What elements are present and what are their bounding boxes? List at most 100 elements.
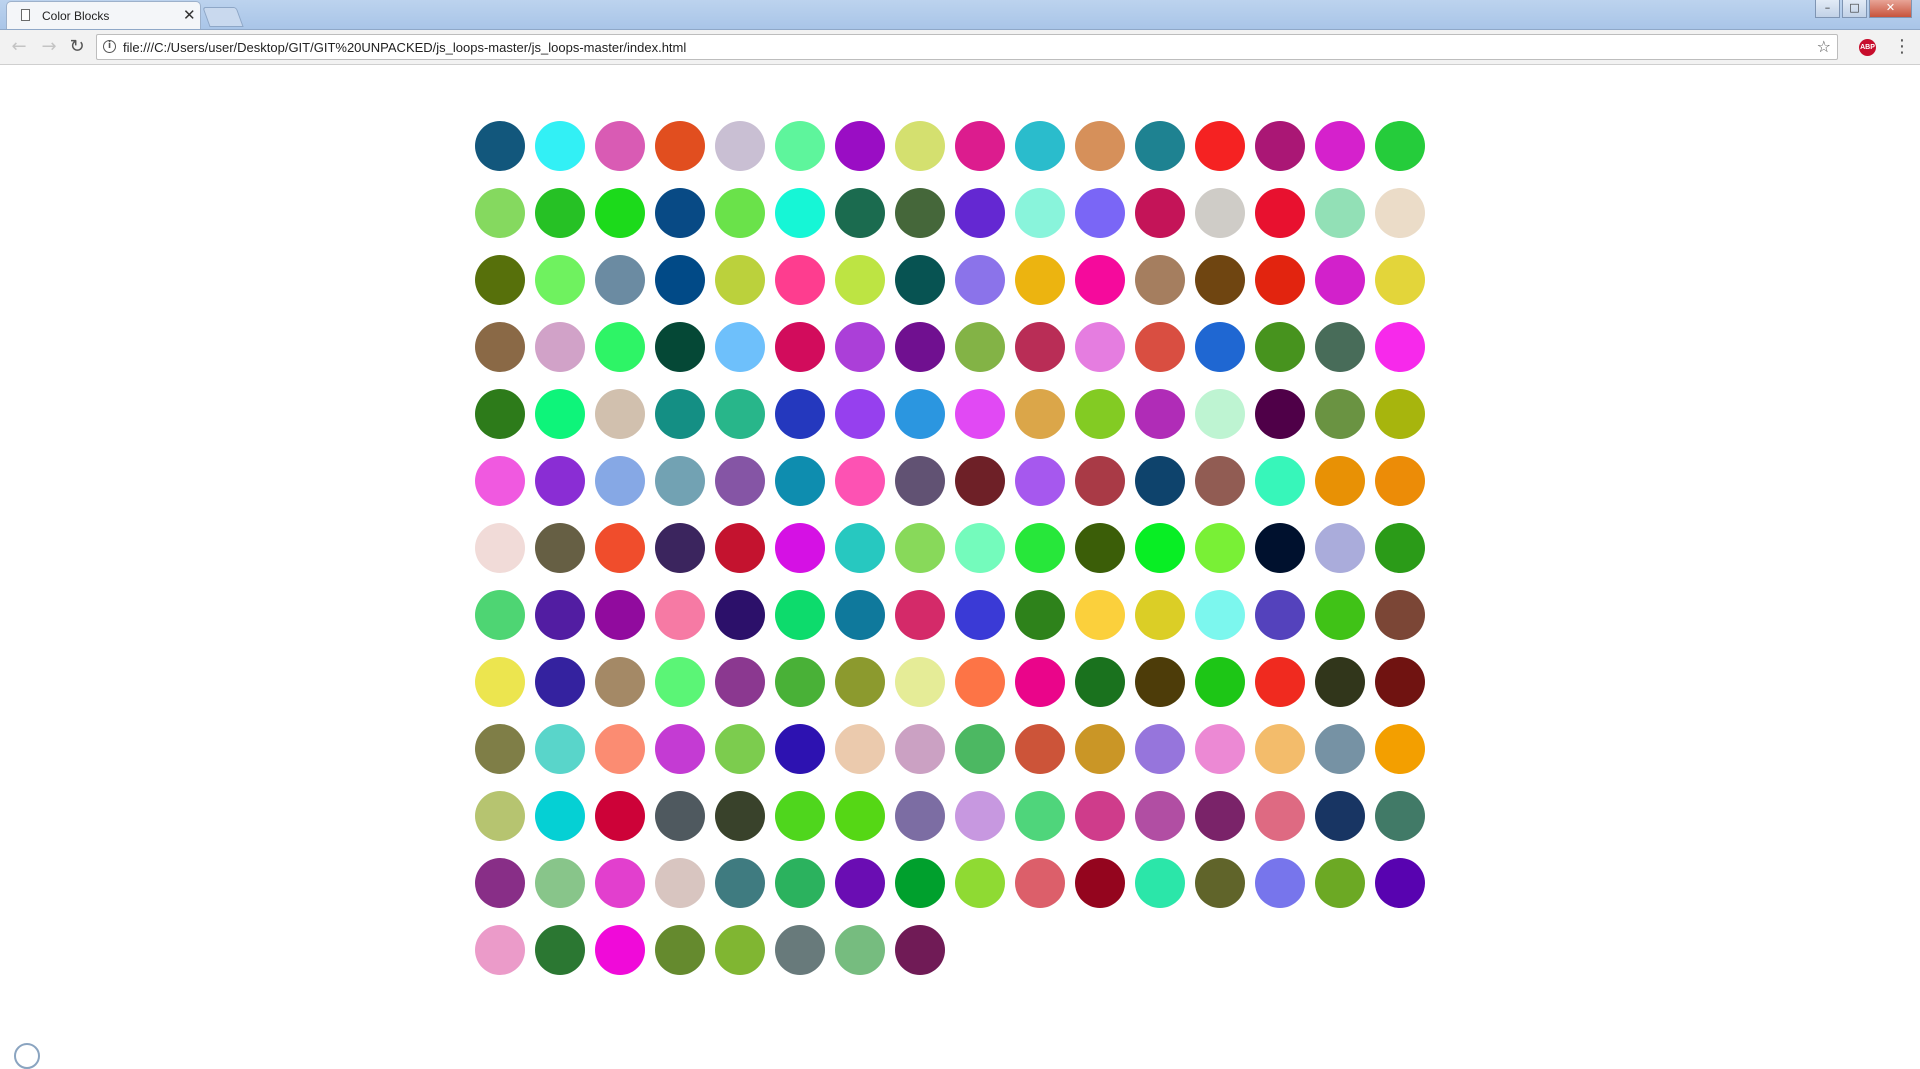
- color-circle: [955, 523, 1005, 573]
- color-circle: [655, 188, 705, 238]
- color-circle: [1255, 858, 1305, 908]
- star-icon[interactable]: ☆: [1817, 37, 1831, 56]
- color-circle: [1075, 389, 1125, 439]
- address-bar[interactable]: i file:///C:/Users/user/Desktop/GIT/GIT%…: [96, 34, 1838, 60]
- page-content: [0, 66, 1920, 1069]
- tab-color-blocks[interactable]: Color Blocks ✕: [6, 1, 201, 29]
- color-circle: [1375, 121, 1425, 171]
- color-circle: [1195, 456, 1245, 506]
- menu-icon[interactable]: ⋮: [1893, 36, 1911, 58]
- forward-icon[interactable]: →: [38, 36, 60, 58]
- back-icon[interactable]: ←: [8, 36, 30, 58]
- color-circle: [535, 389, 585, 439]
- color-circle: [655, 255, 705, 305]
- color-circle: [895, 791, 945, 841]
- color-circle: [1075, 724, 1125, 774]
- color-circle: [955, 322, 1005, 372]
- color-circle: [1255, 590, 1305, 640]
- color-circle: [1195, 590, 1245, 640]
- color-circle: [775, 523, 825, 573]
- color-circle: [895, 590, 945, 640]
- color-circle: [655, 389, 705, 439]
- color-circle: [1015, 121, 1065, 171]
- corner-circle-icon: [14, 1043, 40, 1069]
- color-circle: [595, 724, 645, 774]
- url-text[interactable]: file:///C:/Users/user/Desktop/GIT/GIT%20…: [123, 40, 686, 55]
- color-circle: [775, 121, 825, 171]
- color-circle: [955, 657, 1005, 707]
- color-circle: [535, 456, 585, 506]
- color-circle: [895, 188, 945, 238]
- color-circle: [835, 389, 885, 439]
- color-circle: [1315, 590, 1365, 640]
- color-circle: [1315, 255, 1365, 305]
- color-circle: [595, 188, 645, 238]
- color-circle: [955, 121, 1005, 171]
- color-circle: [1315, 188, 1365, 238]
- color-circle: [895, 322, 945, 372]
- color-circle: [1135, 255, 1185, 305]
- color-circle: [775, 657, 825, 707]
- color-circle: [595, 925, 645, 975]
- color-circle: [1075, 188, 1125, 238]
- color-circle: [1375, 791, 1425, 841]
- reload-icon[interactable]: ↻: [66, 36, 88, 58]
- page-icon: [21, 9, 30, 21]
- color-circle: [1195, 724, 1245, 774]
- color-circle: [835, 925, 885, 975]
- color-circle: [475, 322, 525, 372]
- color-circle: [535, 255, 585, 305]
- color-circle: [1255, 121, 1305, 171]
- color-circle: [715, 657, 765, 707]
- adblock-icon[interactable]: ABP: [1859, 39, 1876, 56]
- color-circle: [715, 791, 765, 841]
- color-circle: [715, 858, 765, 908]
- color-circle: [835, 791, 885, 841]
- color-circle: [535, 523, 585, 573]
- color-circle: [1315, 322, 1365, 372]
- color-circle: [475, 121, 525, 171]
- color-circle: [1015, 724, 1065, 774]
- color-circle: [835, 456, 885, 506]
- color-circle: [1015, 858, 1065, 908]
- color-circle: [535, 791, 585, 841]
- color-circle: [1015, 523, 1065, 573]
- color-circle: [595, 389, 645, 439]
- color-circle: [715, 590, 765, 640]
- color-circle: [1375, 389, 1425, 439]
- color-circle: [955, 590, 1005, 640]
- color-circle: [955, 724, 1005, 774]
- browser-toolbar: ← → ↻ i file:///C:/Users/user/Desktop/GI…: [0, 30, 1920, 65]
- color-circle: [715, 188, 765, 238]
- color-circle: [475, 389, 525, 439]
- window-close-button[interactable]: ✕: [1869, 0, 1912, 18]
- color-circle: [1315, 121, 1365, 171]
- color-circle: [1315, 389, 1365, 439]
- color-circle: [1135, 590, 1185, 640]
- color-circle: [1075, 523, 1125, 573]
- color-circle: [1375, 590, 1425, 640]
- color-circle: [1315, 791, 1365, 841]
- color-circle: [1015, 791, 1065, 841]
- color-circle: [1075, 456, 1125, 506]
- color-circle: [835, 188, 885, 238]
- color-circle: [1075, 791, 1125, 841]
- color-circle: [655, 657, 705, 707]
- window-controls: – □ ✕: [1815, 0, 1912, 18]
- color-circle: [1135, 322, 1185, 372]
- info-icon[interactable]: i: [103, 40, 116, 53]
- color-circle: [1375, 523, 1425, 573]
- color-circle: [835, 724, 885, 774]
- maximize-button[interactable]: □: [1842, 0, 1867, 18]
- color-circle: [1255, 657, 1305, 707]
- color-circle: [1075, 255, 1125, 305]
- color-circle: [1015, 389, 1065, 439]
- new-tab-button[interactable]: [202, 7, 244, 27]
- minimize-button[interactable]: –: [1815, 0, 1840, 18]
- color-circle: [835, 322, 885, 372]
- color-circle: [835, 121, 885, 171]
- close-icon[interactable]: ✕: [183, 7, 196, 23]
- color-circle: [1075, 657, 1125, 707]
- color-circle: [1195, 121, 1245, 171]
- color-circle: [775, 389, 825, 439]
